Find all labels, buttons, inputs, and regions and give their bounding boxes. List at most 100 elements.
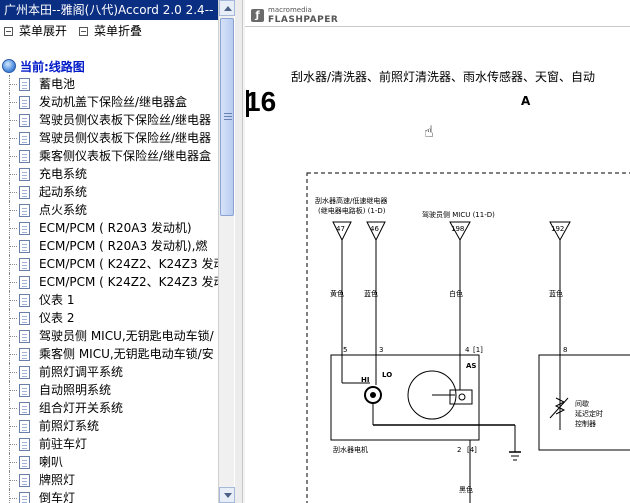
connector-47: 47 — [332, 221, 352, 242]
document-icon — [19, 204, 30, 217]
connector-note: 刮水器高速/低速继电器 — [315, 196, 387, 205]
collapse-menu-button[interactable]: 菜单折叠 — [79, 22, 142, 40]
pin-number: 5 — [343, 346, 347, 354]
document-icon — [19, 276, 30, 289]
document-icon — [19, 384, 30, 397]
scroll-thumb[interactable] — [220, 18, 234, 216]
tree-item[interactable]: 牌照灯 — [0, 471, 218, 489]
tree-item[interactable]: 前驻车灯 — [0, 435, 218, 453]
tree-item-label: 仪表 1 — [39, 293, 75, 307]
lo-label: LO — [382, 371, 392, 379]
tree-item[interactable]: 充电系统 — [0, 165, 218, 183]
document-icon — [19, 114, 30, 127]
tree-item[interactable]: 自动照明系统 — [0, 381, 218, 399]
tree-item-label: ECM/PCM ( R20A3 发动机),燃 — [39, 239, 208, 253]
tree-item[interactable]: 乘客侧仪表板下保险丝/继电器盒 — [0, 147, 218, 165]
tree-item[interactable]: 驾驶员侧仪表板下保险丝/继电器 — [0, 111, 218, 129]
tree-item-label: 前照灯系统 — [39, 419, 100, 433]
document-icon — [19, 96, 30, 109]
tree-connector — [9, 300, 17, 301]
tree-item[interactable]: 仪表 2 — [0, 309, 218, 327]
tree-connector — [9, 354, 17, 355]
tree-item[interactable]: 驾驶员侧仪表板下保险丝/继电器 — [0, 129, 218, 147]
tree-connector — [9, 282, 17, 283]
document-icon — [19, 168, 30, 181]
tree-connector — [9, 210, 17, 211]
tree-item[interactable]: 前照灯系统 — [0, 417, 218, 435]
document-icon — [19, 150, 30, 163]
document-icon — [19, 258, 30, 271]
tree-connector — [9, 462, 17, 463]
tree-item-label: 前照灯调平系统 — [39, 365, 124, 379]
tree-item-label: 仪表 2 — [39, 311, 75, 325]
tree-item[interactable]: 发动机盖下保险丝/继电器盒 — [0, 93, 218, 111]
pin-number: 8 — [563, 346, 567, 354]
pin-number: 3 — [379, 346, 383, 354]
document-icon — [19, 312, 30, 325]
tree-scrollbar[interactable] — [218, 0, 235, 503]
tree-item-label: 起动系统 — [39, 185, 88, 199]
arrow-up-icon — [224, 6, 232, 11]
scroll-down-button[interactable] — [219, 487, 235, 503]
tree-item[interactable]: ECM/PCM ( R20A3 发动机),燃 — [0, 237, 218, 255]
tree-connector — [9, 444, 17, 445]
tree-item[interactable]: 蓄电池 — [0, 75, 218, 93]
tree-item-label: 倒车灯 — [39, 491, 76, 503]
scroll-up-button[interactable] — [219, 0, 235, 16]
tree-item[interactable]: 驾驶员侧 MICU,无钥匙电动车锁/ — [0, 327, 218, 345]
document-icon — [19, 294, 30, 307]
tree-root-label: 当前:线路图 — [20, 59, 85, 74]
tree-item[interactable]: 组合灯开关系统 — [0, 399, 218, 417]
document-viewer: ƒ macromedia FLASHPAPER 刮水器/清洗器、前照灯清洗器、雨… — [235, 0, 630, 503]
document-icon — [19, 420, 30, 433]
tree-item[interactable]: 乘客侧 MICU,无钥匙电动车锁/安 — [0, 345, 218, 363]
tree-item[interactable]: 仪表 1 — [0, 291, 218, 309]
hand-cursor-icon: ☝ — [424, 122, 434, 141]
wiring-diagram: 刮水器高速/低速继电器 (继电器电路板) (1-D) 驾驶员侧 MICU (11… — [306, 172, 630, 503]
tree-item[interactable]: ECM/PCM ( K24Z2、K24Z3 发动 — [0, 255, 218, 273]
wire-color-label: 黄色 — [330, 289, 344, 298]
document-icon — [19, 492, 30, 503]
pane-splitter[interactable] — [235, 0, 243, 503]
document-page[interactable]: ƒ macromedia FLASHPAPER 刮水器/清洗器、前照灯清洗器、雨… — [245, 0, 630, 503]
tree-item[interactable]: 前照灯调平系统 — [0, 363, 218, 381]
document-icon — [19, 222, 30, 235]
connector-198: 198 — [449, 221, 471, 242]
tree-root[interactable]: 当前:线路图 — [2, 57, 85, 75]
tree-item-label: ECM/PCM ( K24Z2、K24Z3 发动 — [39, 257, 218, 271]
tree-item-label: 乘客侧仪表板下保险丝/继电器盒 — [39, 149, 212, 163]
motor-brush — [370, 392, 376, 398]
tree-item[interactable]: 点火系统 — [0, 201, 218, 219]
document-icon — [19, 402, 30, 415]
document-icon — [19, 348, 30, 361]
window-title: 广州本田--雅阁(八代)Accord 2.0 2.4-- — [0, 0, 218, 20]
tree-item[interactable]: ECM/PCM ( R20A3 发动机) — [0, 219, 218, 237]
wire-color-label: 黑色 — [459, 485, 473, 494]
expand-menu-button[interactable]: 菜单展开 — [4, 22, 67, 40]
as-label: AS — [466, 362, 476, 370]
wiper-motor-box — [330, 354, 480, 441]
tree-item[interactable]: ECM/PCM ( K24Z2、K24Z3 发动 — [0, 273, 218, 291]
tree-connector — [9, 372, 17, 373]
tree-connector — [9, 84, 17, 85]
tree-item-label: 自动照明系统 — [39, 383, 112, 397]
connector-number: 47 — [336, 225, 345, 233]
tree-connector — [9, 426, 17, 427]
grip-line — [224, 116, 232, 117]
tree-item[interactable]: 倒车灯 — [0, 489, 218, 503]
document-icon — [19, 132, 30, 145]
grip-line — [224, 113, 232, 114]
motor-label: 刮水器电机 — [333, 445, 368, 454]
arrow-down-icon — [224, 493, 232, 498]
document-icon — [19, 438, 30, 451]
tree-item[interactable]: 喇叭 — [0, 453, 218, 471]
tree-connector — [9, 336, 17, 337]
connector-number: 198 — [451, 225, 464, 233]
tree-item[interactable]: 起动系统 — [0, 183, 218, 201]
tree-connector — [9, 102, 17, 103]
tree-connector — [9, 156, 17, 157]
tree-item-label: 喇叭 — [39, 455, 64, 469]
tree-item-label: ECM/PCM ( K24Z2、K24Z3 发动 — [39, 275, 218, 289]
tree-item-label: 乘客侧 MICU,无钥匙电动车锁/安 — [39, 347, 214, 361]
wire-color-label: 蓝色 — [549, 289, 563, 298]
